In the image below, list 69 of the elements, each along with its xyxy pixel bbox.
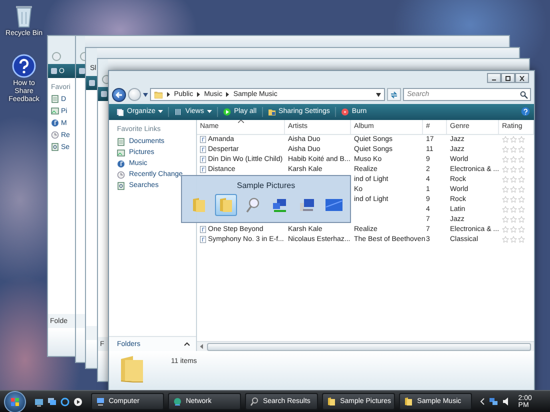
network-computers-icon xyxy=(272,197,288,213)
back-arrow-icon xyxy=(115,90,123,99)
picture-icon xyxy=(51,107,59,115)
close-button[interactable] xyxy=(515,73,529,84)
magnifier-icon xyxy=(246,197,260,213)
audio-file-icon xyxy=(200,236,206,244)
music-note-icon xyxy=(117,160,125,168)
audio-file-icon xyxy=(200,146,206,154)
pages-icon xyxy=(116,108,124,116)
audio-file-icon xyxy=(200,166,206,174)
maximize-button[interactable] xyxy=(501,73,515,84)
minimize-button[interactable] xyxy=(487,73,501,84)
clock-icon xyxy=(117,170,125,179)
help-icon[interactable] xyxy=(521,107,530,116)
windows-logo-icon xyxy=(10,396,20,406)
windows-stack-icon[interactable] xyxy=(46,396,57,406)
maximize-icon xyxy=(505,76,511,81)
title-bar[interactable] xyxy=(97,47,520,58)
magnifier-icon xyxy=(250,397,259,406)
back-button[interactable] xyxy=(112,88,126,102)
music-note-icon xyxy=(51,119,59,127)
columns-icon xyxy=(174,108,182,116)
monitor-icon[interactable] xyxy=(34,396,44,406)
recycle-bin-icon[interactable] xyxy=(14,4,34,28)
caret-icon[interactable] xyxy=(143,92,148,97)
disc-icon xyxy=(340,108,349,116)
chevron-icon[interactable] xyxy=(225,92,230,98)
clock-icon xyxy=(51,131,59,139)
help-icon[interactable] xyxy=(12,54,36,78)
start-button[interactable] xyxy=(4,390,26,412)
switcher-title: Sample Pictures xyxy=(236,181,296,190)
organize-icon xyxy=(51,68,57,74)
chevron-icon[interactable] xyxy=(480,398,486,405)
folder-icon xyxy=(404,397,414,406)
folder-icon xyxy=(327,397,336,406)
folder-icon xyxy=(192,197,206,213)
document-icon xyxy=(117,138,125,146)
details-pane xyxy=(98,351,108,381)
caret-icon xyxy=(158,110,164,114)
window-thumbnail[interactable] xyxy=(214,194,236,216)
play-icon xyxy=(222,108,231,116)
close-icon xyxy=(519,76,525,81)
picture-icon xyxy=(117,148,125,157)
caret-icon xyxy=(206,110,212,114)
folder-icon xyxy=(154,90,163,100)
computer-icon xyxy=(96,397,105,406)
globe-icon[interactable] xyxy=(60,396,70,406)
search-folder-icon xyxy=(51,143,59,151)
refresh-icon xyxy=(390,90,398,99)
horizontal-scrollbar[interactable] xyxy=(197,341,534,352)
scroll-left-icon xyxy=(200,344,204,350)
play-icon[interactable] xyxy=(72,396,83,406)
search-folder-icon xyxy=(117,182,125,190)
folder-icon xyxy=(119,354,145,384)
audio-file-icon xyxy=(200,226,206,234)
computer-icon xyxy=(298,197,314,213)
caret-icon[interactable] xyxy=(376,92,381,97)
details-pane xyxy=(86,340,97,368)
audio-file-icon xyxy=(200,136,206,144)
refresh-button[interactable] xyxy=(387,88,401,102)
chevron-icon[interactable] xyxy=(196,92,202,98)
folder-icon xyxy=(218,197,232,213)
chevron-up-icon xyxy=(184,342,190,346)
audio-file-icon xyxy=(200,156,206,164)
folder-icon xyxy=(268,108,276,116)
document-icon xyxy=(51,95,59,103)
chevron-icon[interactable] xyxy=(166,92,171,98)
search-icon[interactable] xyxy=(520,90,528,99)
desktop-icon xyxy=(324,198,342,212)
